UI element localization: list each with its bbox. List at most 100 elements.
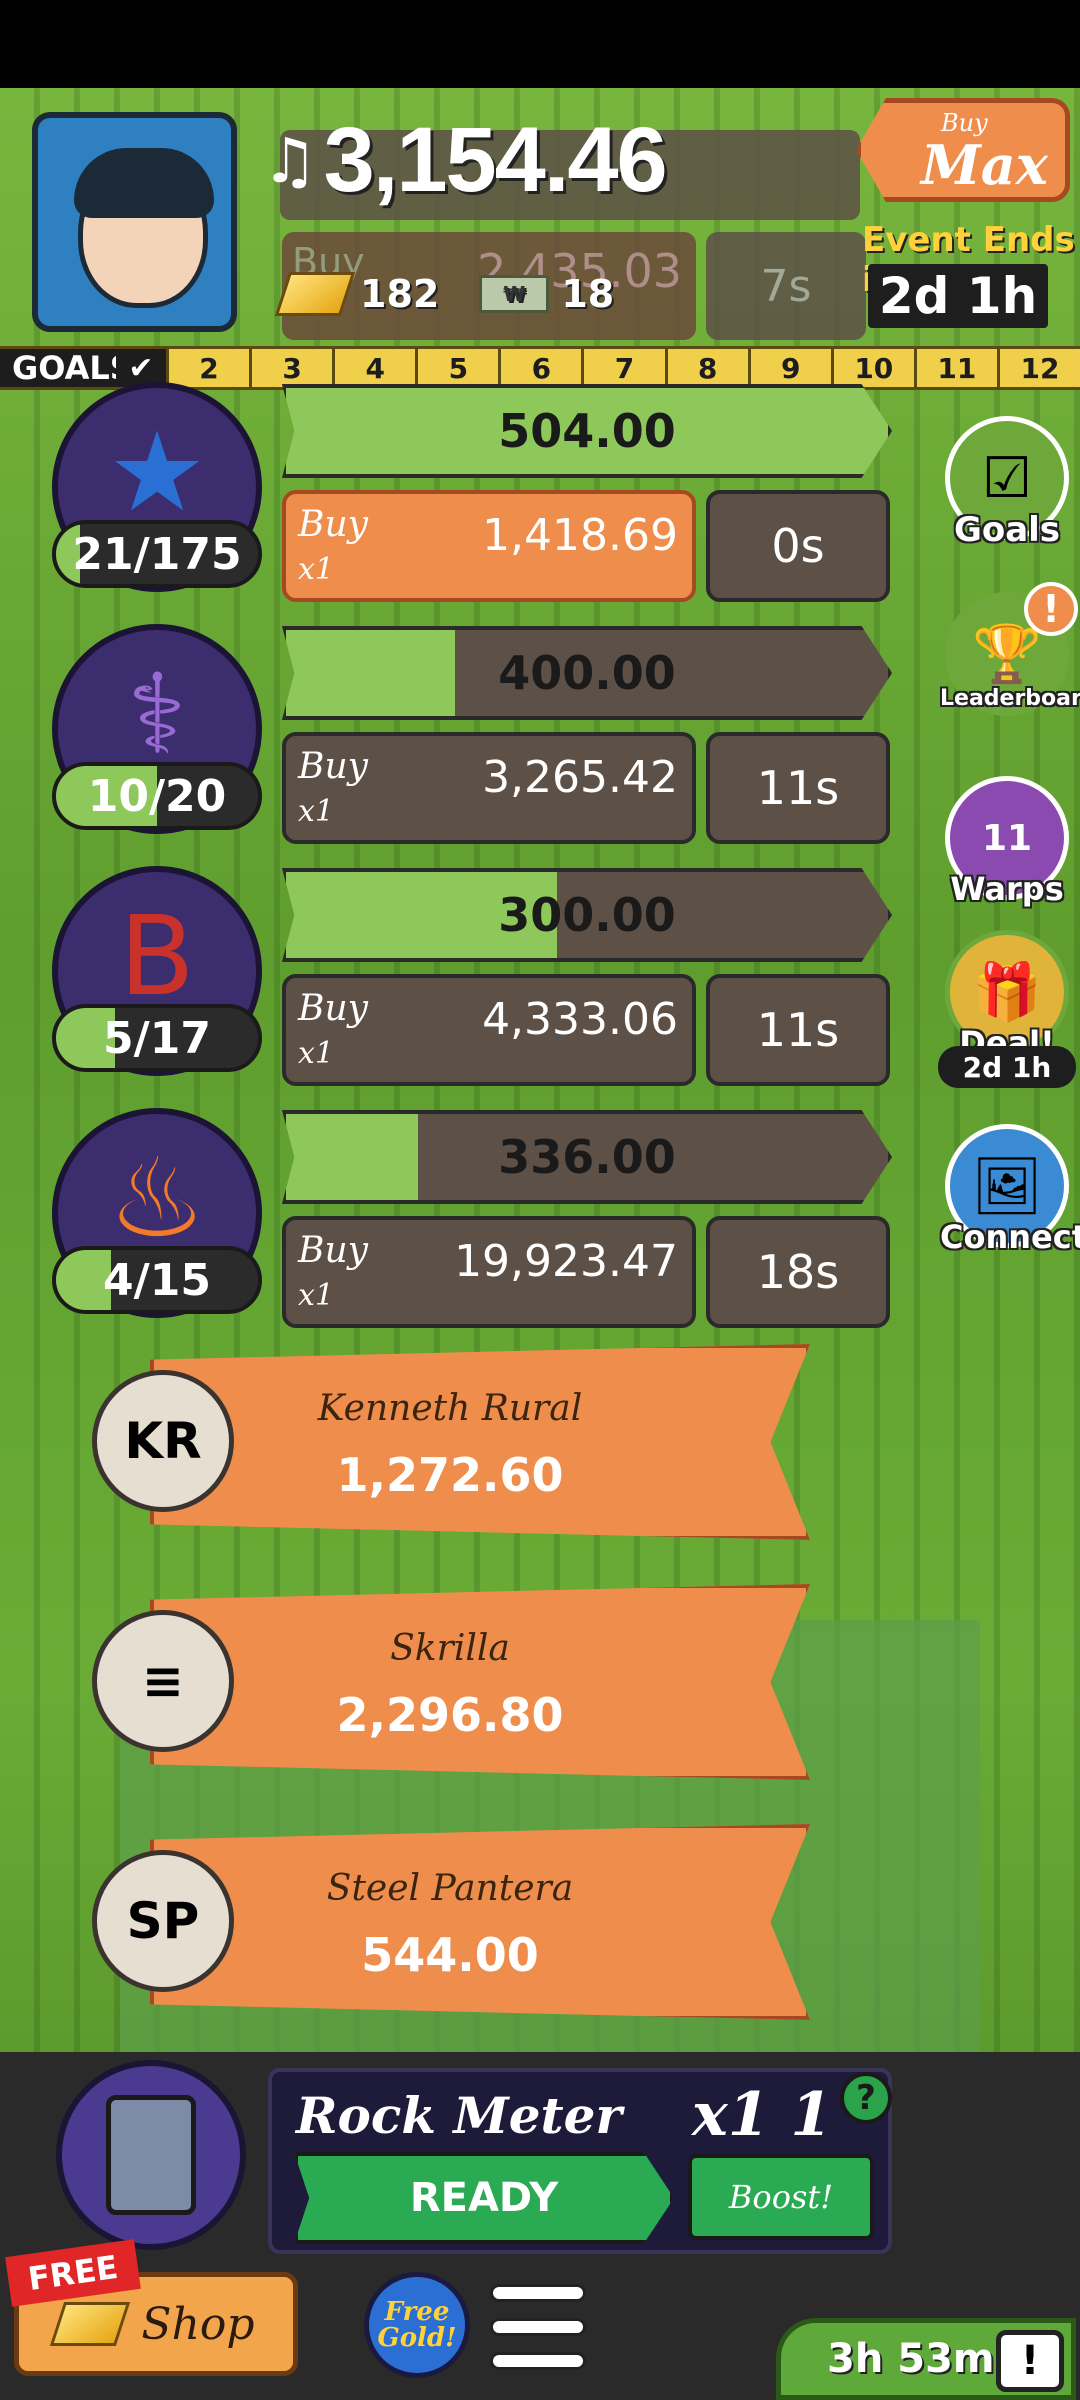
buy-cost: 19,923.47 [454,1236,678,1287]
goal-tick: 12 [996,349,1080,387]
avatar-hair [74,148,214,218]
speaker-box [106,2095,196,2215]
rune-icon: ⚕ [127,650,187,778]
rock-help-button[interactable]: ? [840,2072,892,2124]
hamburger-menu-icon[interactable] [490,2284,586,2370]
buy-max-button[interactable]: Buy Max [856,98,1070,202]
goal-tick: 7 [581,349,664,387]
scrolled-timer: 7s [706,232,866,340]
unlock-badge: ≡ [92,1610,234,1752]
unlock-cost: 1,272.60 [336,1448,564,1502]
gold-bars-icon [274,272,356,316]
buy-button[interactable]: Buy x1 19,923.47 [282,1216,696,1328]
megabucks-icon: ₩ [479,275,550,313]
goal-tick: 8 [664,349,748,387]
progress-value: 504.00 [498,404,676,458]
buy-label: Buy [298,988,368,1029]
buy-quantity: x1 [298,794,335,829]
rock-multiplier: x1 1 [692,2080,833,2150]
buy-cost: 3,265.42 [482,752,678,803]
revenue-progress-bar[interactable]: 336.00 [282,1110,892,1204]
connect-label: Connect [940,1218,1080,1256]
buy-quantity: x1 [298,552,335,587]
boost-button[interactable]: Boost! [688,2154,874,2240]
goal-tick: 11 [913,349,997,387]
tv-icon[interactable]: ! [996,2330,1064,2392]
deal-button[interactable]: 🎁 Deal! [940,930,1074,1062]
gold-gem-icon [50,2302,131,2346]
manager-count: 4/15 [52,1246,262,1314]
goal-tick: 10 [830,349,914,387]
letter-b-icon: B [119,892,195,1020]
status-bar [0,0,1080,88]
event-time: 2d 1h [868,264,1048,328]
warps-button[interactable]: 11 Warps [940,776,1074,908]
goal-tick: 3 [249,349,332,387]
connect-button[interactable]: 🖼 Connect [940,1124,1080,1256]
goals-side-button[interactable]: ☑ Goals [940,416,1074,550]
gold-count: 182 [360,272,440,316]
cash-amount: 3,154.46 [323,109,668,211]
manager-count: 10/20 [52,762,262,830]
buy-quantity: x1 [298,1036,335,1071]
megabucks-count: 18 [561,272,615,316]
timer-button[interactable]: 11s [706,732,890,844]
unlock-cost: 2,296.80 [336,1688,564,1742]
unlock-name: Kenneth Rural [317,1388,583,1429]
cash-display: ♫ 3,154.46 [262,108,668,213]
buy-max-big: Max [921,133,1048,197]
manager-count-text: 10/20 [87,770,227,822]
buy-button[interactable]: Buy x1 1,418.69 [282,490,696,602]
unlock-badge: KR [92,1370,234,1512]
manager-count-text: 21/175 [72,528,242,580]
timer-button[interactable]: 18s [706,1216,890,1328]
manager-count-text: 4/15 [103,1254,211,1306]
goals-side-label: Goals [953,510,1061,550]
progress-value: 400.00 [498,646,676,700]
goals-label: GOALS [0,349,133,387]
buy-cost: 4,333.06 [482,994,678,1045]
timer-button[interactable]: 0s [706,490,890,602]
manager-count: 5/17 [52,1004,262,1072]
unlock-banner[interactable]: Kenneth Rural 1,272.60 [150,1344,810,1540]
unlock-banner[interactable]: Steel Pantera 544.00 [150,1824,810,2020]
goal-tick: 9 [747,349,831,387]
leaderboard-alert-badge: ! [1024,582,1078,636]
buy-cost: 1,418.69 [482,510,678,561]
revenue-progress-bar[interactable]: 300.00 [282,868,892,962]
unlock-banner[interactable]: Skrilla 2,296.80 [150,1584,810,1780]
free-gold-line2: Gold! [377,2323,457,2353]
leaderboard-label: Leaderboard [940,686,1080,711]
buy-quantity: x1 [298,1278,335,1313]
star-icon: ★ [107,408,207,536]
rock-meter-title: Rock Meter [296,2086,622,2145]
goal-tick: 6 [498,349,581,387]
goal-tick: 5 [415,349,498,387]
speaker-icon[interactable] [56,2060,246,2250]
progress-value: 336.00 [498,1130,676,1184]
goal-tick: 2 [166,349,249,387]
flame-icon: ♨ [107,1134,207,1262]
timer-button[interactable]: 11s [706,974,890,1086]
unlock-cost: 544.00 [361,1928,539,1982]
free-gold-button[interactable]: Free Gold! [364,2272,470,2378]
currency-row: 182 ₩ 18 [274,272,615,316]
buy-label: Buy [298,504,368,545]
buy-label: Buy [298,1230,368,1271]
manager-count-text: 5/17 [103,1012,211,1064]
shop-label: Shop [141,2298,255,2350]
unlock-name: Skrilla [390,1628,510,1669]
goal-tick: 4 [332,349,415,387]
revenue-progress-bar[interactable]: 504.00 [282,384,892,478]
ready-button[interactable]: READY [294,2152,674,2244]
buy-button[interactable]: Buy x1 3,265.42 [282,732,696,844]
player-avatar[interactable] [32,112,237,332]
manager-count: 21/175 [52,520,262,588]
progress-value: 300.00 [498,888,676,942]
unlock-name: Steel Pantera [326,1868,574,1909]
rock-meter-panel: Rock Meter x1 1 ? READY Boost! [268,2068,892,2254]
unlock-badge: SP [92,1850,234,1992]
buy-button[interactable]: Buy x1 4,333.06 [282,974,696,1086]
buy-label: Buy [298,746,368,787]
revenue-progress-bar[interactable]: 400.00 [282,626,892,720]
